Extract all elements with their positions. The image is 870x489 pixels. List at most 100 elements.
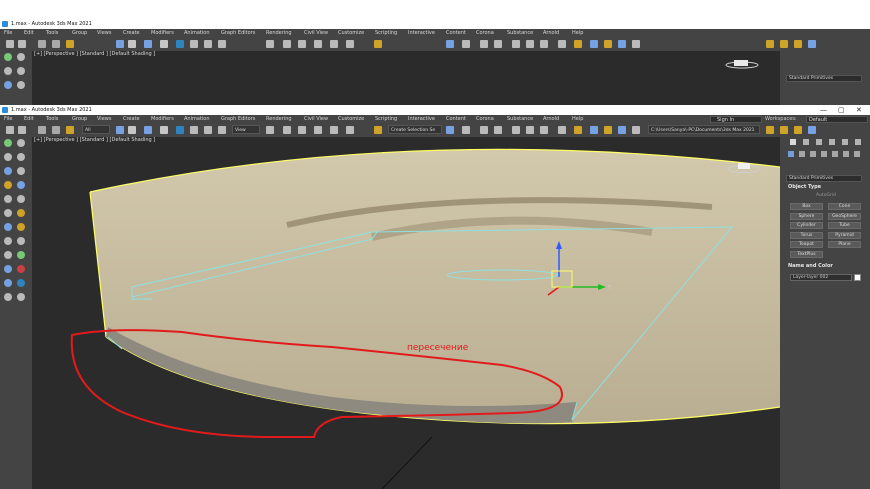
menu-views[interactable]: Views xyxy=(97,29,111,38)
scene-canvas[interactable]: Y пересечение xyxy=(32,137,780,489)
create-box-button[interactable]: Box xyxy=(790,203,823,210)
menu-arnold[interactable]: Arnold xyxy=(543,29,559,38)
menu-substance[interactable]: Substance xyxy=(507,29,533,38)
menu-create[interactable]: Create xyxy=(123,115,140,124)
menu-rendering[interactable]: Rendering xyxy=(266,29,292,38)
render-production-icon[interactable] xyxy=(590,40,598,48)
create-panel-tool-icon[interactable] xyxy=(17,265,25,273)
menu-arnold[interactable]: Arnold xyxy=(543,115,559,124)
menu-animation[interactable]: Animation xyxy=(184,29,210,38)
menu-graph-editors[interactable]: Graph Editors xyxy=(221,115,255,124)
named-selection-dropdown[interactable]: Create Selection Se xyxy=(388,125,442,134)
window-crossing-icon[interactable] xyxy=(160,40,168,48)
project-create-icon[interactable] xyxy=(794,40,802,48)
window-crossing-icon[interactable] xyxy=(160,126,168,134)
create-panel-tool-icon[interactable] xyxy=(17,53,25,61)
menu-civil-view[interactable]: Civil View xyxy=(304,29,328,38)
toggle-scene-explorer-icon[interactable] xyxy=(632,40,640,48)
unlink-icon[interactable] xyxy=(52,40,60,48)
menu-tools[interactable]: Tools xyxy=(46,29,58,38)
edit-named-selection-icon[interactable] xyxy=(374,126,382,134)
menu-interactive[interactable]: Interactive xyxy=(408,29,435,38)
create-textplus-button[interactable]: TextPlus xyxy=(790,250,823,258)
move-icon[interactable] xyxy=(176,40,184,48)
project-open-icon[interactable] xyxy=(780,40,788,48)
menu-content[interactable]: Content xyxy=(446,115,466,124)
create-panel-tool-icon[interactable] xyxy=(17,81,25,89)
spinner-snap-icon[interactable] xyxy=(346,126,354,134)
object-type-header[interactable]: Object Type xyxy=(788,184,821,190)
create-panel-tool-icon[interactable] xyxy=(17,181,25,189)
modify-tab-icon[interactable] xyxy=(803,139,809,145)
snaps-icon[interactable] xyxy=(283,126,291,134)
mirror-icon[interactable] xyxy=(446,126,454,134)
menu-customize[interactable]: Customize xyxy=(338,29,364,38)
pivot-icon[interactable] xyxy=(266,40,274,48)
object-color-swatch[interactable] xyxy=(854,274,861,281)
menu-file[interactable]: File xyxy=(4,29,12,38)
rect-selection-icon[interactable] xyxy=(144,126,152,134)
snaps-icon[interactable] xyxy=(283,40,291,48)
rendered-frame-icon[interactable] xyxy=(574,126,582,134)
angle-snap-icon[interactable] xyxy=(314,126,322,134)
redo-icon[interactable] xyxy=(18,126,26,134)
create-tube-button[interactable]: Tube xyxy=(828,222,861,229)
render-setup-icon[interactable] xyxy=(558,126,566,134)
create-panel-tool-icon[interactable] xyxy=(17,139,25,147)
menu-scripting[interactable]: Scripting xyxy=(375,29,397,38)
autogrid-checkbox[interactable]: AutoGrid xyxy=(816,193,836,198)
render-iterative-icon[interactable] xyxy=(604,126,612,134)
menu-group[interactable]: Group xyxy=(72,29,87,38)
lights-icon[interactable] xyxy=(810,151,816,157)
create-panel-tool-icon[interactable] xyxy=(17,279,25,287)
align-icon[interactable] xyxy=(462,40,470,48)
place-icon[interactable] xyxy=(218,126,226,134)
select-by-name-icon[interactable] xyxy=(128,126,136,134)
workspaces-dropdown[interactable]: Default xyxy=(806,116,868,123)
create-panel-tool-icon[interactable] xyxy=(4,293,12,301)
create-panel-tool-icon[interactable] xyxy=(4,237,12,245)
close-button[interactable]: ✕ xyxy=(856,105,862,115)
link-icon[interactable] xyxy=(38,126,46,134)
space-warps-icon[interactable] xyxy=(843,151,849,157)
create-panel-tool-icon[interactable] xyxy=(17,293,25,301)
link-icon[interactable] xyxy=(38,40,46,48)
primitives-dropdown[interactable]: Standard Primitives xyxy=(786,75,862,82)
utilities-tab-icon[interactable] xyxy=(855,139,861,145)
create-teapot-button[interactable]: Teapot xyxy=(790,241,823,248)
unlink-icon[interactable] xyxy=(52,126,60,134)
minimize-button[interactable]: — xyxy=(820,105,827,115)
snap-toggle-icon[interactable] xyxy=(298,126,306,134)
menu-modifiers[interactable]: Modifiers xyxy=(151,29,174,38)
cylinder-object[interactable] xyxy=(90,149,780,424)
scale-icon[interactable] xyxy=(204,126,212,134)
selection-filter-dropdown[interactable]: All xyxy=(82,125,110,134)
create-panel-tool-icon[interactable] xyxy=(4,223,12,231)
geometry-icon[interactable] xyxy=(788,151,794,157)
create-panel-tool-icon[interactable] xyxy=(17,209,25,217)
menu-create[interactable]: Create xyxy=(123,29,140,38)
project-settings-icon[interactable] xyxy=(808,40,816,48)
material-editor-icon[interactable] xyxy=(540,40,548,48)
project-open-icon[interactable] xyxy=(780,126,788,134)
rotate-icon[interactable] xyxy=(190,126,198,134)
snap-toggle-icon[interactable] xyxy=(298,40,306,48)
systems-icon[interactable] xyxy=(854,151,860,157)
create-panel-tool-icon[interactable] xyxy=(4,209,12,217)
render-production-icon[interactable] xyxy=(590,126,598,134)
spinner-snap-icon[interactable] xyxy=(346,40,354,48)
percent-snap-icon[interactable] xyxy=(330,126,338,134)
render-iterative-icon[interactable] xyxy=(604,40,612,48)
motion-tab-icon[interactable] xyxy=(829,139,835,145)
create-panel-tool-icon[interactable] xyxy=(4,265,12,273)
viewport[interactable]: [+] [Perspective ] [Standard ] [Default … xyxy=(32,137,780,489)
rendered-frame-icon[interactable] xyxy=(574,40,582,48)
maximize-button[interactable]: ▢ xyxy=(838,105,845,115)
create-cylinder-button[interactable]: Cylinder xyxy=(790,222,823,229)
select-object-icon[interactable] xyxy=(116,40,124,48)
cameras-icon[interactable] xyxy=(821,151,827,157)
create-torus-button[interactable]: Torus xyxy=(790,231,823,239)
menu-interactive[interactable]: Interactive xyxy=(408,115,435,124)
project-folder-icon[interactable] xyxy=(766,126,774,134)
scale-icon[interactable] xyxy=(204,40,212,48)
